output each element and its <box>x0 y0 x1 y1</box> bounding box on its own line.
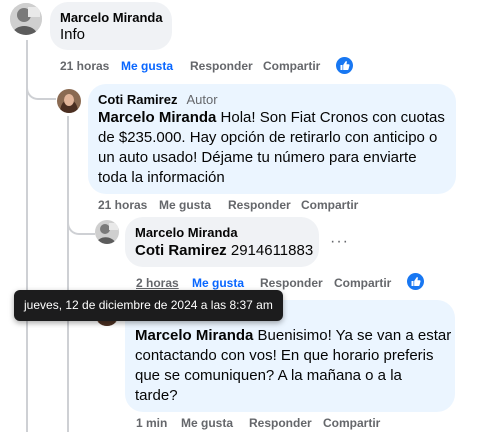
comment-actions: 21 horas Me gusta Responder Compartir <box>98 198 398 214</box>
author-badge: Autor <box>186 92 218 107</box>
like-button[interactable]: Me gusta <box>121 59 173 73</box>
share-button[interactable]: Compartir <box>263 59 320 73</box>
comment-author[interactable]: Coti Ramirez <box>98 92 177 107</box>
share-button[interactable]: Compartir <box>301 198 358 212</box>
mention-link[interactable]: Marcelo Miranda <box>98 109 216 126</box>
avatar[interactable] <box>10 3 42 35</box>
thread-line <box>26 40 28 432</box>
comment-text: Marcelo Miranda Hola! Son Fiat Cronos co… <box>98 109 445 186</box>
thread-branch <box>26 78 56 100</box>
timestamp[interactable]: 21 horas <box>98 198 147 212</box>
comment-author[interactable]: Marcelo Miranda <box>135 225 238 240</box>
comment-text: Marcelo Miranda Buenisimo! Ya se van a e… <box>135 327 452 404</box>
comment-actions: 21 horas Me gusta Responder Compartir <box>60 59 360 75</box>
thread-branch <box>67 215 95 235</box>
reply-button[interactable]: Responder <box>260 276 323 290</box>
like-button[interactable]: Me gusta <box>192 276 244 290</box>
mention-link[interactable]: Marcelo Miranda <box>135 327 253 344</box>
comment-text: Info <box>60 26 86 43</box>
like-button[interactable]: Me gusta <box>159 198 211 212</box>
timestamp[interactable]: 21 horas <box>60 59 109 73</box>
share-button[interactable]: Compartir <box>334 276 391 290</box>
mention-link[interactable]: Coti Ramirez <box>135 242 227 259</box>
comment-text: Coti Ramirez 2914611883 <box>135 242 314 259</box>
timestamp[interactable]: 2 horas <box>136 276 179 290</box>
comment-author[interactable]: Marcelo Miranda <box>60 10 163 25</box>
timestamp-tooltip: jueves, 12 de diciembre de 2024 a las 8:… <box>14 290 283 321</box>
comment-bubble: Coti Ramirez Autor Marcelo Miranda Hola! … <box>88 84 456 194</box>
comment-bubble: Marcelo Miranda Info <box>50 2 172 50</box>
like-thumb-icon[interactable] <box>407 273 424 290</box>
timestamp[interactable]: 1 min <box>136 416 167 430</box>
like-button[interactable]: Me gusta <box>181 416 233 430</box>
comment-bubble: Marcelo Miranda Coti Ramirez 2914611883 <box>125 217 319 267</box>
more-options-icon[interactable]: ··· <box>330 233 349 251</box>
like-thumb-icon[interactable] <box>336 57 353 74</box>
comment-actions: 1 min Me gusta Responder Compartir <box>136 416 436 432</box>
avatar[interactable] <box>95 220 119 244</box>
thread-line <box>67 116 69 432</box>
share-button[interactable]: Compartir <box>323 416 380 430</box>
reply-button[interactable]: Responder <box>249 416 312 430</box>
reply-button[interactable]: Responder <box>228 198 291 212</box>
avatar[interactable] <box>57 89 81 113</box>
reply-button[interactable]: Responder <box>190 59 253 73</box>
